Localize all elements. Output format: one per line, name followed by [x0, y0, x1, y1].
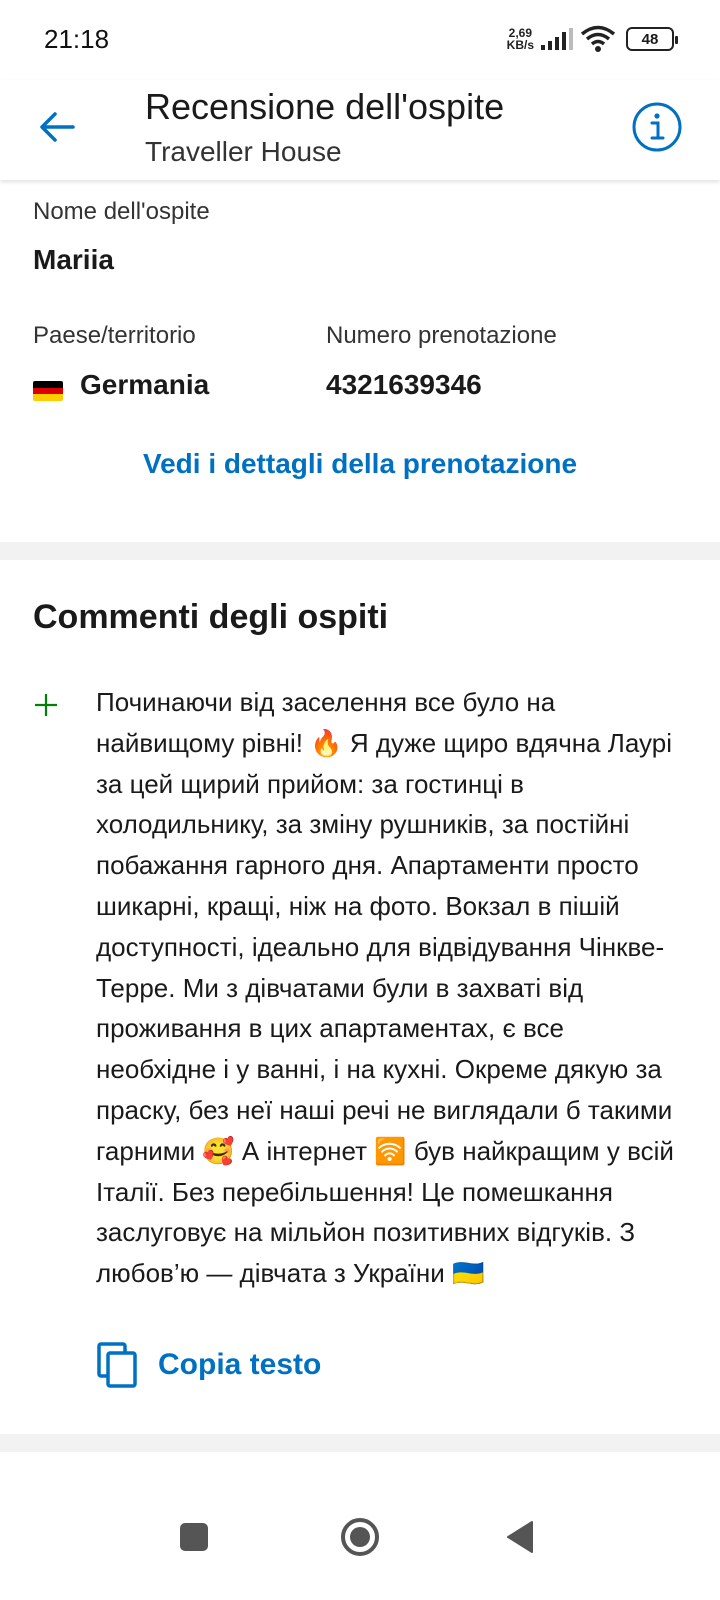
network-speed-unit: KB/s	[506, 38, 534, 52]
booking-number-value: 4321639346	[326, 369, 482, 400]
guest-name-value: Mariia	[33, 244, 114, 275]
section-divider	[0, 1434, 720, 1452]
page-title: Recensione dell'ospite	[145, 86, 505, 127]
back-button[interactable]	[32, 102, 82, 152]
network-speed: 2,69 KB/s	[507, 27, 534, 51]
positive-comment-text: Починаючи від заселення все було на найв…	[96, 687, 674, 1289]
arrow-left-icon	[40, 112, 75, 142]
booking-number-label: Numero prenotazione	[326, 322, 557, 349]
system-back-button[interactable]	[495, 1512, 545, 1562]
recents-button[interactable]	[169, 1512, 219, 1562]
system-navigation-bar	[0, 1470, 720, 1600]
guest-info-section: Nome dell'ospite Mariia Paese/territorio…	[0, 180, 720, 542]
guest-name-label: Nome dell'ospite	[33, 198, 210, 225]
view-booking-details-link[interactable]: Vedi i dettagli della prenotazione	[0, 448, 720, 480]
copy-icon	[97, 1342, 137, 1388]
country-label: Paese/territorio	[33, 322, 196, 349]
status-time: 21:18	[44, 24, 110, 54]
info-icon	[632, 102, 682, 152]
battery-indicator: 48	[626, 27, 678, 51]
section-divider	[0, 542, 720, 560]
copy-text-label: Copia testo	[158, 1348, 322, 1381]
info-button[interactable]	[630, 100, 684, 154]
plus-icon	[35, 694, 57, 716]
signal-icon	[541, 28, 573, 50]
guest-comments-section: Commenti degli ospiti Починаючи від засе…	[0, 560, 720, 1460]
wifi-icon	[580, 25, 616, 52]
home-button[interactable]	[335, 1512, 385, 1562]
app-bar: Recensione dell'ospite Traveller House	[0, 80, 720, 180]
property-name: Traveller House	[145, 136, 342, 167]
copy-text-button[interactable]: Copia testo	[96, 1338, 321, 1392]
comments-title: Commenti degli ospiti	[33, 598, 389, 636]
circle-icon	[341, 1518, 379, 1556]
square-icon	[180, 1523, 208, 1551]
triangle-icon	[507, 1521, 533, 1553]
country-value: Germania	[80, 369, 210, 400]
status-bar: 21:18 2,69 KB/s 48	[0, 0, 720, 80]
germany-flag-icon	[33, 381, 63, 401]
status-icons: 2,69 KB/s 48	[507, 22, 678, 56]
